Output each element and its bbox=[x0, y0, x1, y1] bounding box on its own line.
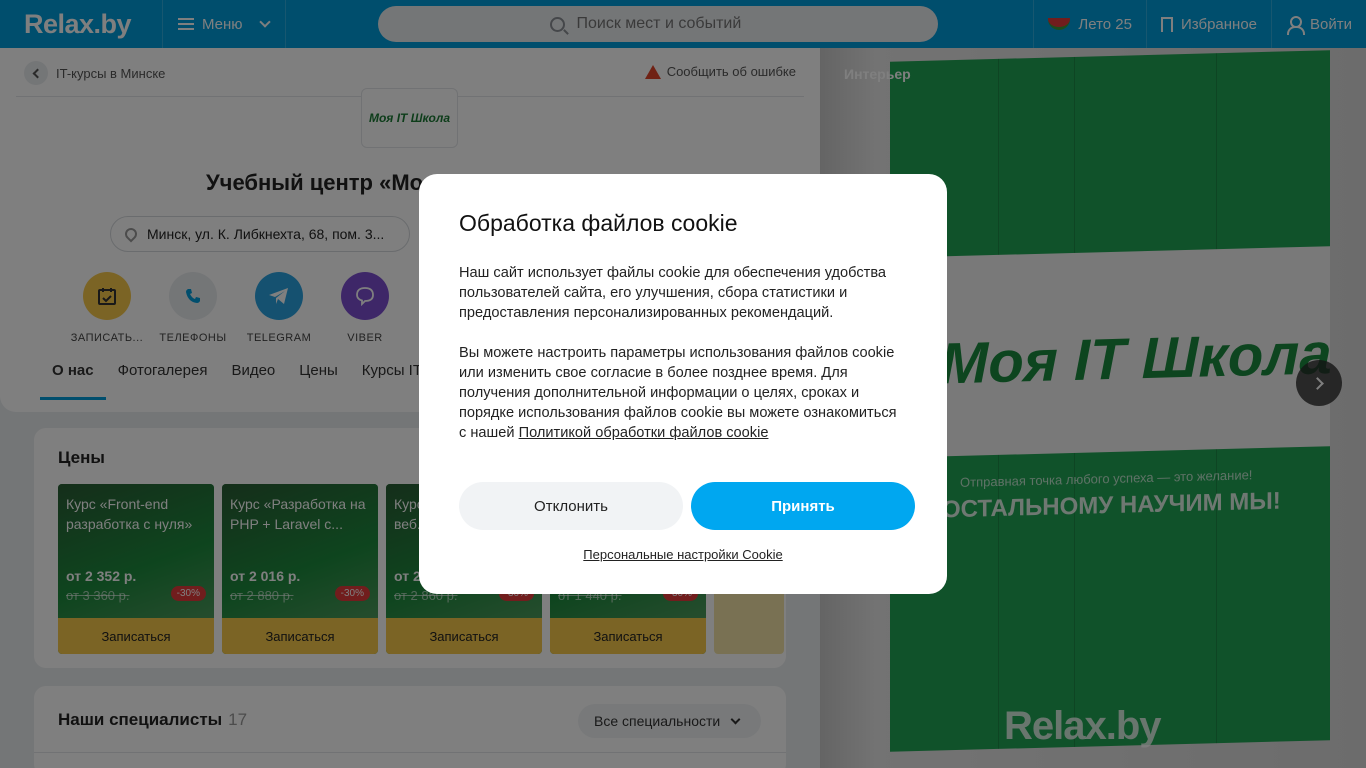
cookie-policy-link[interactable]: Политикой обработки файлов cookie bbox=[519, 425, 769, 441]
cookie-modal: Обработка файлов cookie Наш сайт использ… bbox=[419, 174, 947, 594]
cookie-modal-text-2: Вы можете настроить параметры использова… bbox=[459, 343, 907, 443]
accept-button[interactable]: Принять bbox=[691, 482, 915, 530]
cookie-modal-title: Обработка файлов cookie bbox=[459, 210, 738, 236]
cookie-settings-link[interactable]: Персональные настройки Cookie bbox=[419, 547, 947, 562]
cookie-modal-buttons: Отклонить Принять bbox=[459, 482, 915, 530]
decline-button[interactable]: Отклонить bbox=[459, 482, 683, 530]
cookie-modal-text-1: Наш сайт использует файлы cookie для обе… bbox=[459, 265, 887, 321]
